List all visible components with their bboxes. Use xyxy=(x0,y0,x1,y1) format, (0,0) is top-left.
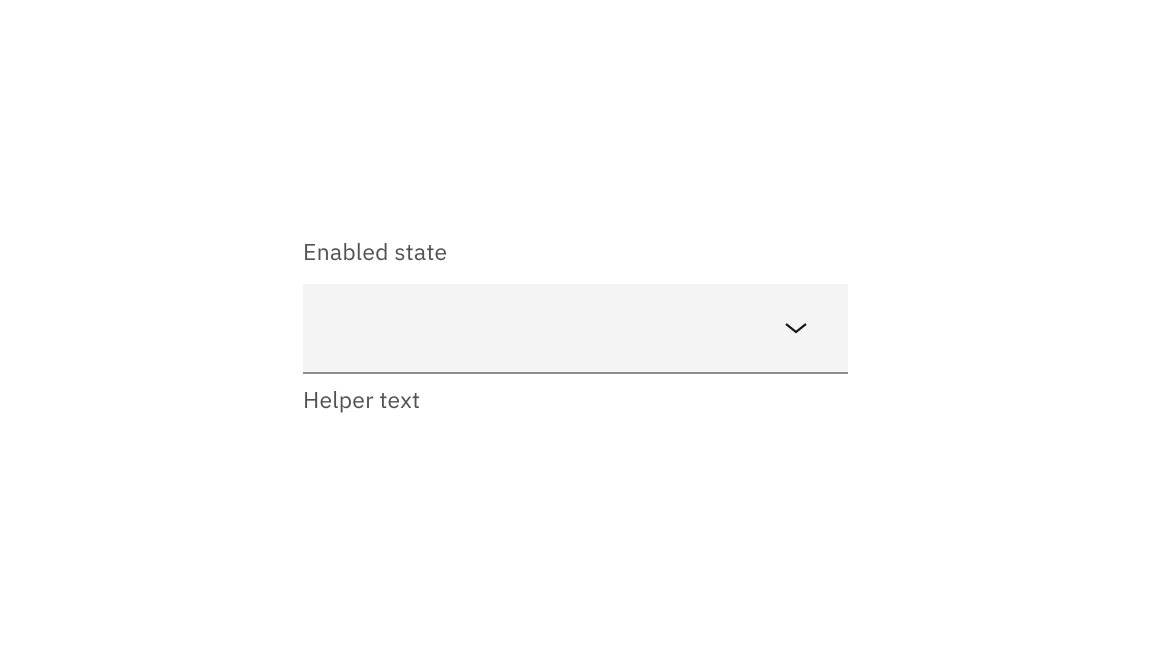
dropdown-label: Enabled state xyxy=(303,238,848,268)
dropdown-container: Enabled state Helper text xyxy=(303,238,848,416)
dropdown-select[interactable] xyxy=(303,284,848,374)
chevron-down-icon xyxy=(782,314,810,342)
dropdown-helper-text: Helper text xyxy=(303,386,848,416)
